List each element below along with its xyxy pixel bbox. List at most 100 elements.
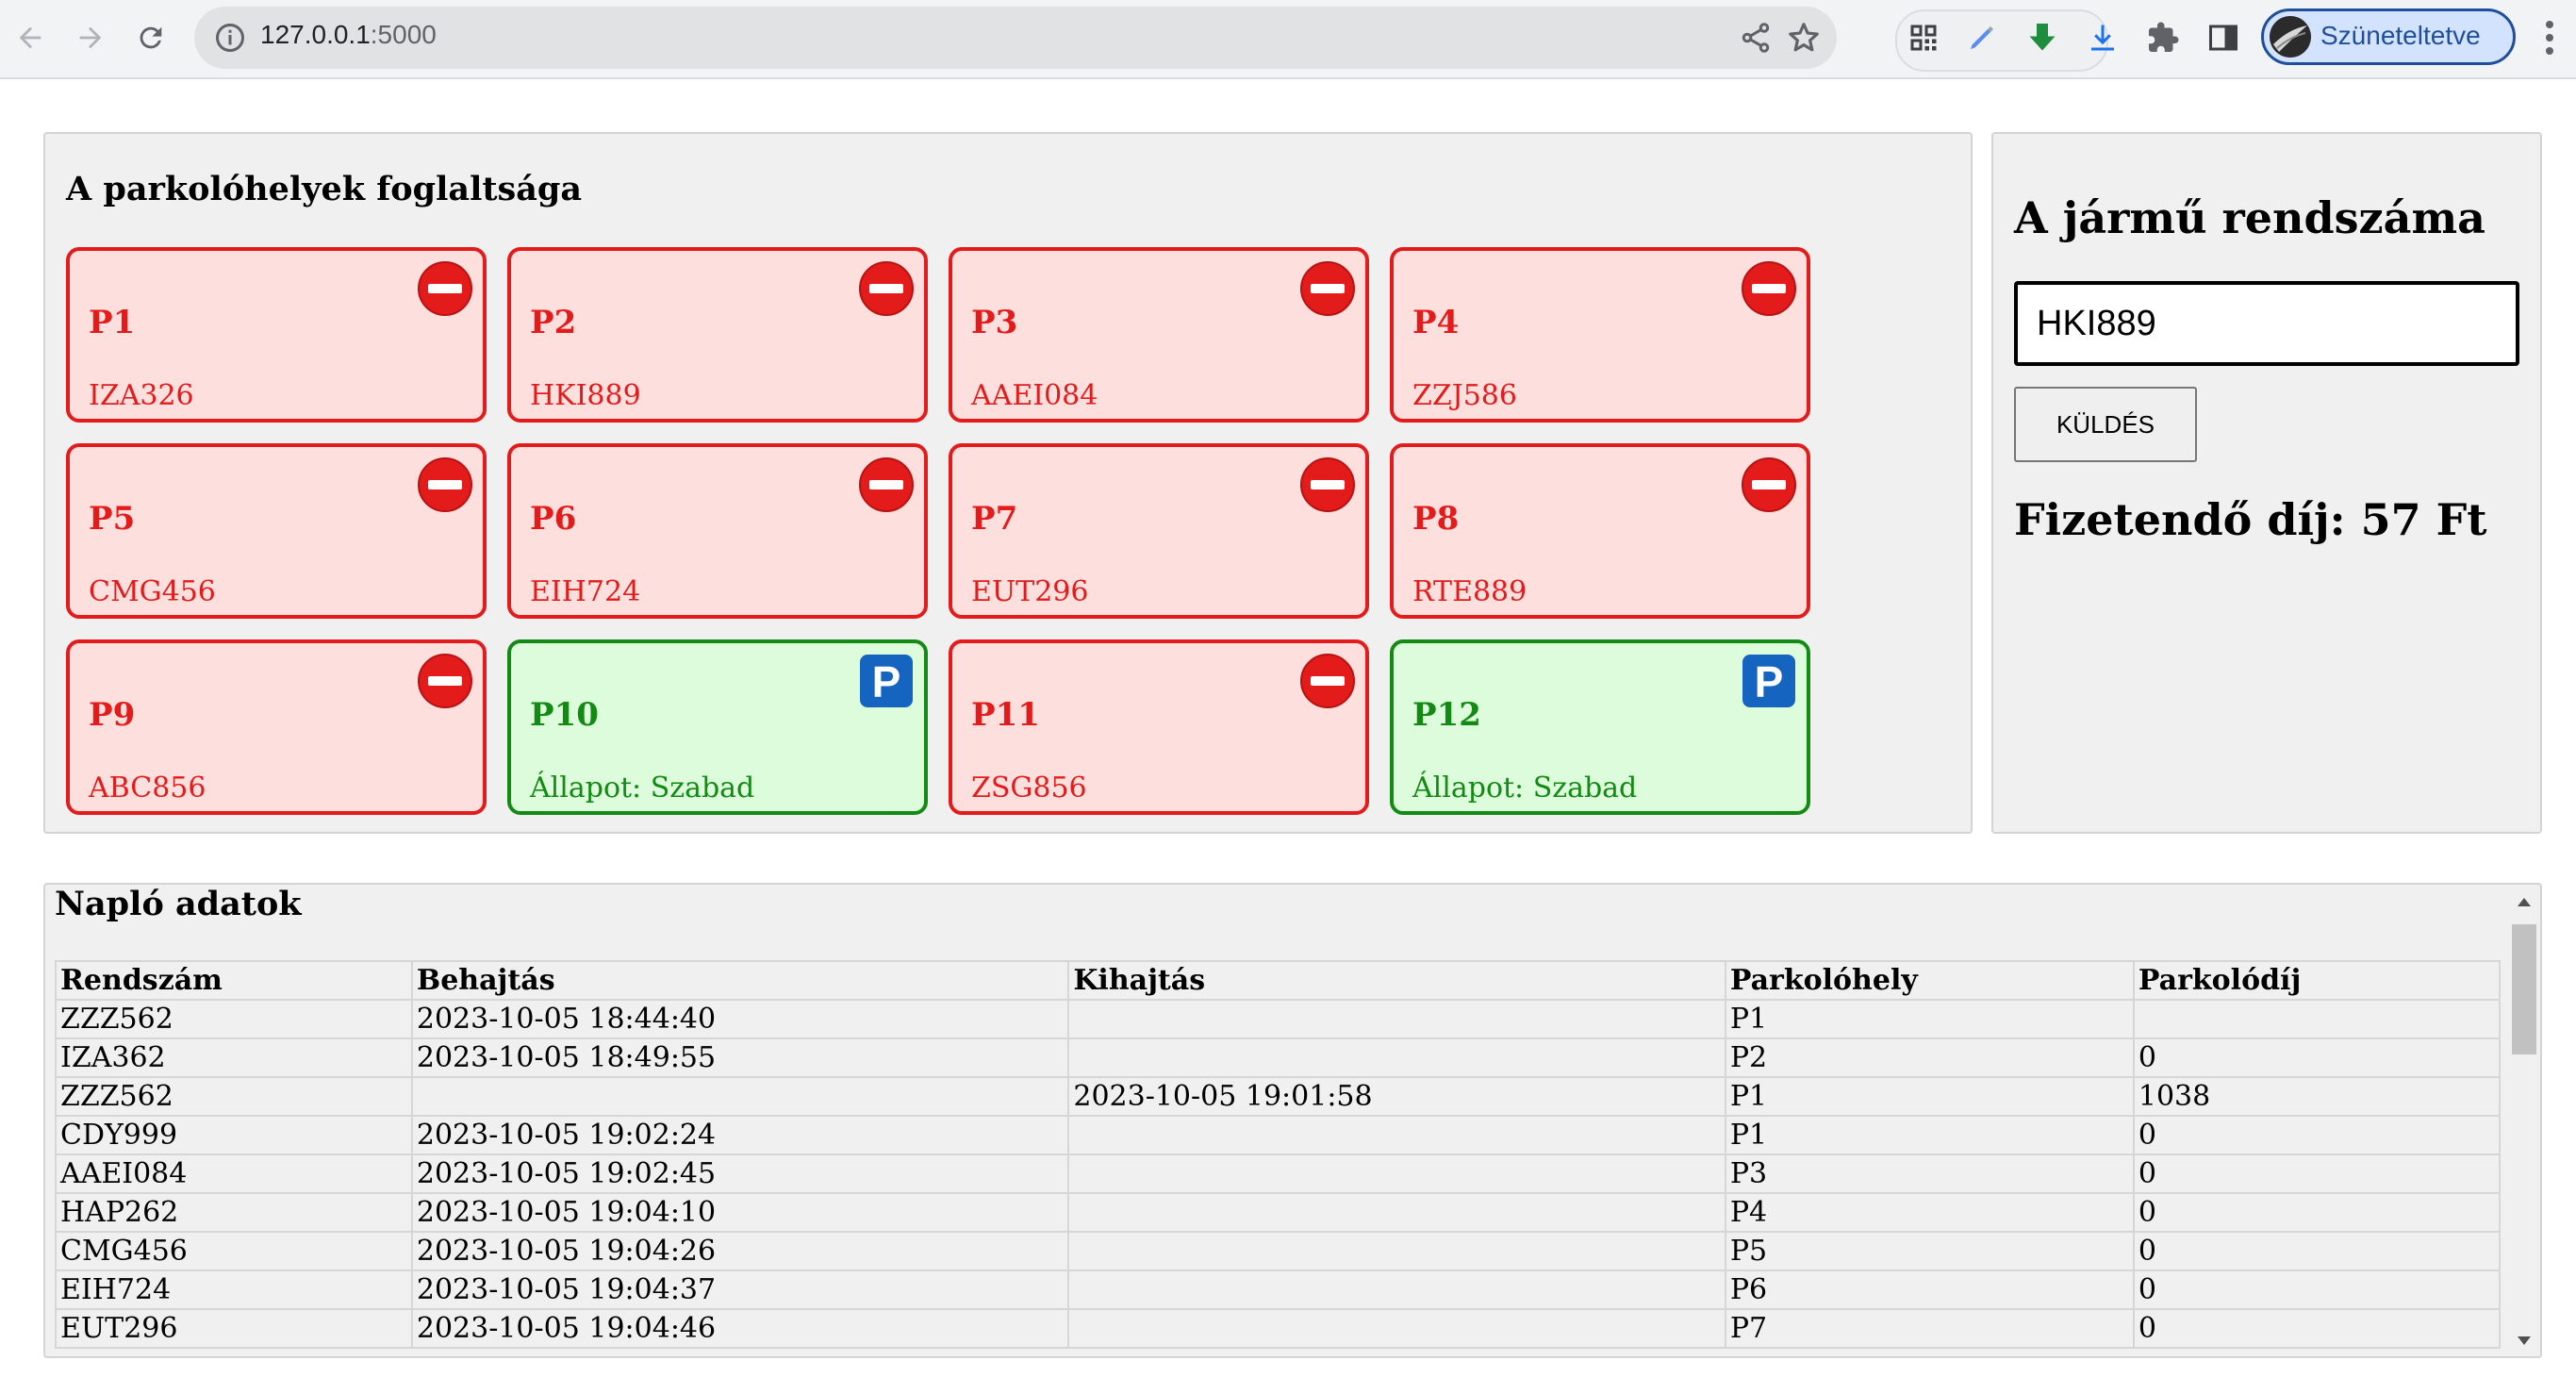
extensions-button[interactable] [2144,19,2182,57]
url-host: 127.0.0.1 [260,20,371,49]
green-arrow-down-icon [2029,24,2056,51]
scroll-down-arrow-icon[interactable] [2518,1336,2531,1345]
address-bar[interactable]: 127.0.0.1:5000 [194,7,1837,69]
no-entry-icon [417,653,473,709]
table-cell: HAP262 [55,1192,413,1233]
table-cell: ZZZ562 [55,999,413,1039]
back-button[interactable] [8,15,53,60]
spot-plate: Állapot: Szabad [530,772,755,805]
table-cell: 2023-10-05 18:49:55 [410,1037,1070,1078]
table-cell: 2023-10-05 19:04:26 [410,1231,1070,1271]
table-cell: 0 [2132,1192,2502,1233]
table-cell [410,1076,1070,1117]
parking-spot-p12[interactable]: P P12 Állapot: Szabad [1390,639,1810,815]
log-table-header: Rendszám Behajtás Kihajtás Parkolóhely Parko… [55,960,2502,1001]
spot-name: P8 [1412,500,1460,538]
spot-name: P7 [971,500,1018,538]
plate-form-panel: A jármű rendszáma KÜLDÉS Fizetendő díj: … [1991,132,2542,834]
table-row: ZZZ562 2023-10-05 18:44:40 P1 [55,999,2502,1039]
table-row: IZA362 2023-10-05 18:49:55 P2 0 [55,1037,2502,1078]
share-icon[interactable] [1739,21,1773,55]
parking-spot-p3[interactable]: P3 AAEI084 [949,247,1369,423]
parking-sign-icon: P [858,653,915,709]
table-cell: 2023-10-05 18:44:40 [410,999,1070,1039]
downloads-button[interactable] [2084,19,2122,57]
table-row: CMG456 2023-10-05 19:04:26 P5 0 [55,1231,2502,1271]
spot-plate: AAEI084 [971,379,1098,412]
spot-plate: ABC856 [89,772,206,805]
table-cell: P1 [1724,999,2135,1039]
scroll-thumb[interactable] [2512,924,2536,1054]
table-cell: P1 [1724,1076,2135,1117]
parking-spot-p10[interactable]: P P10 Állapot: Szabad [507,639,928,815]
send-button[interactable]: KÜLDÉS [2014,387,2197,462]
table-cell: 2023-10-05 19:02:24 [410,1115,1070,1155]
spot-plate: ZSG856 [971,772,1087,805]
parking-spot-p11[interactable]: P11 ZSG856 [949,639,1369,815]
scroll-up-arrow-icon[interactable] [2518,898,2531,906]
parking-spot-p9[interactable]: P9 ABC856 [66,639,487,815]
svg-text:P: P [872,657,901,706]
table-cell [1067,1231,1726,1271]
profile-label: Szüneteltetve [2320,21,2481,50]
log-column-header: Kihajtás [1067,960,1726,1001]
spot-name: P9 [89,696,136,734]
table-cell: P5 [1724,1231,2135,1271]
download-green-extension[interactable] [2023,19,2061,57]
table-cell [1067,999,1726,1039]
spot-plate: IZA326 [89,379,194,412]
parking-sign-icon: P [1741,653,1797,709]
table-cell: 2023-10-05 19:04:37 [410,1270,1070,1310]
pen-extension[interactable] [1963,19,2001,57]
parking-spot-p7[interactable]: P7 EUT296 [949,443,1369,619]
spot-plate: EUT296 [971,575,1089,608]
svg-text:P: P [1755,657,1784,706]
no-entry-icon [858,260,915,317]
parking-spot-p2[interactable]: P2 HKI889 [507,247,928,423]
table-cell: P4 [1724,1192,2135,1233]
reload-icon [140,26,162,49]
url-text: 127.0.0.1:5000 [260,20,437,50]
table-row: HAP262 2023-10-05 19:04:10 P4 0 [55,1192,2502,1233]
spot-name: P11 [971,696,1040,734]
parking-spot-p6[interactable]: P6 EIH724 [507,443,928,619]
log-panel[interactable]: Napló adatok Rendszám Behajtás Kihajtás Par… [43,883,2542,1358]
table-cell: 0 [2132,1115,2502,1155]
log-column-header: Behajtás [410,960,1070,1001]
no-entry-icon [1741,456,1797,513]
plate-form-title: A jármű rendszáma [2014,192,2485,243]
log-scrollbar[interactable] [2508,885,2540,1356]
spot-plate: RTE889 [1412,575,1527,608]
no-entry-icon [858,456,915,513]
log-column-header: Rendszám [55,960,413,1001]
puzzle-icon [2149,22,2179,52]
table-row: EIH724 2023-10-05 19:04:37 P6 0 [55,1270,2502,1310]
log-column-header: Parkolódíj [2132,960,2502,1001]
table-row: ZZZ562 2023-10-05 19:01:58 P1 1038 [55,1076,2502,1117]
qr-code-extension[interactable] [1905,19,1942,57]
side-panel-button[interactable] [2204,19,2242,57]
more-menu-icon[interactable] [2540,19,2559,57]
table-cell: 0 [2132,1308,2502,1349]
spot-name: P10 [530,696,599,734]
reload-button[interactable] [128,15,173,60]
table-row: CDY999 2023-10-05 19:02:24 P1 0 [55,1115,2502,1155]
table-cell: 0 [2132,1270,2502,1310]
spot-plate: Állapot: Szabad [1412,772,1638,805]
forward-button[interactable] [68,15,113,60]
parking-spot-p1[interactable]: P1 IZA326 [66,247,487,423]
info-icon[interactable] [213,21,247,55]
bookmark-star-icon[interactable] [1786,20,1822,56]
profile-button[interactable]: Szüneteltetve [2261,8,2516,65]
table-cell: P1 [1724,1115,2135,1155]
table-cell: ZZZ562 [55,1076,413,1117]
table-cell: P6 [1724,1270,2135,1310]
parking-spot-p4[interactable]: P4 ZZJ586 [1390,247,1810,423]
avatar-image-icon [2270,16,2311,58]
parking-spot-p8[interactable]: P8 RTE889 [1390,443,1810,619]
plate-input[interactable] [2014,281,2519,366]
arrow-left-icon [19,26,41,49]
parking-spot-p5[interactable]: P5 CMG456 [66,443,487,619]
table-cell [1067,1037,1726,1078]
table-cell [1067,1115,1726,1155]
